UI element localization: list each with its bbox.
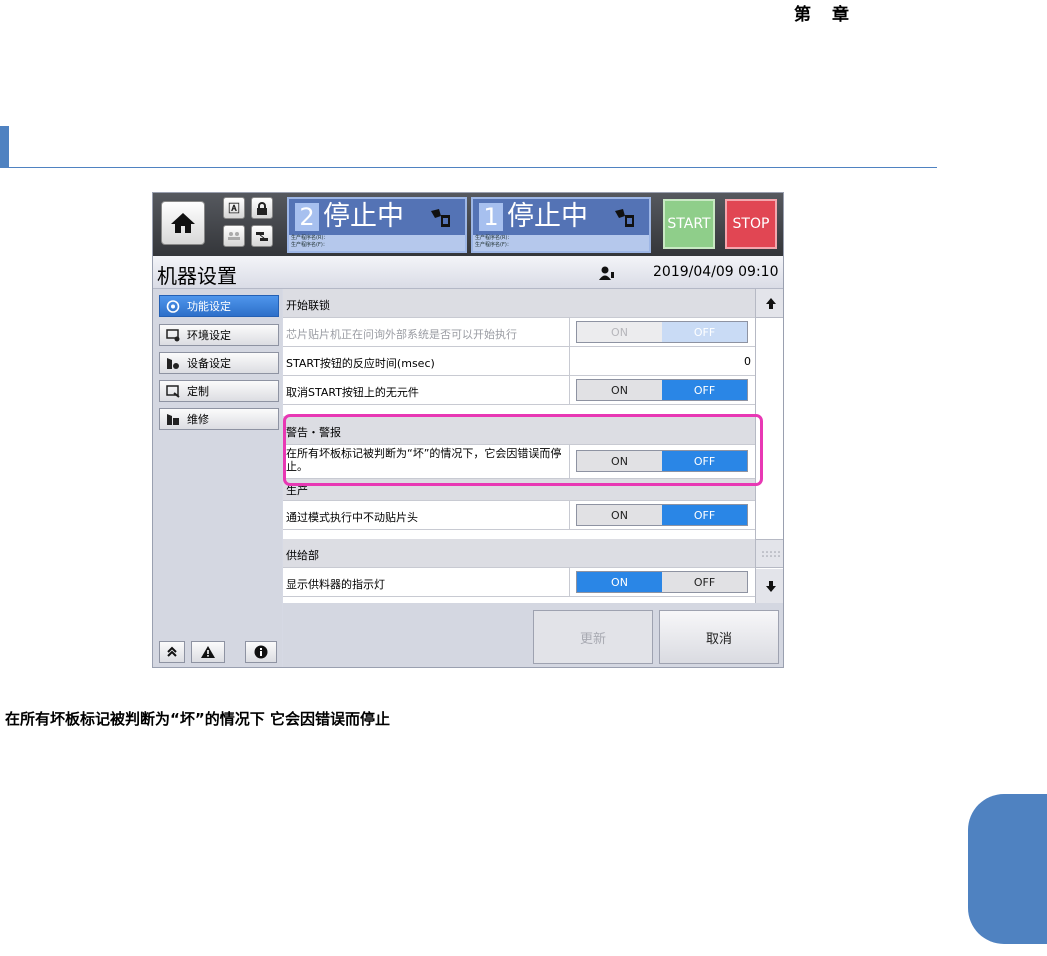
setting-label: 显示供料器的指示灯 <box>286 578 385 591</box>
home-icon <box>171 213 195 233</box>
setting-row: 芯片贴片机正在问询外部系统是否可以开始执行 ON OFF <box>283 318 755 347</box>
grip-dots-icon <box>761 550 780 557</box>
operator-button[interactable] <box>223 225 245 247</box>
menu-item-maintenance[interactable]: 维修 <box>159 408 279 430</box>
arrow-up-icon <box>765 297 776 309</box>
datetime: 2019/04/09 09:10 <box>653 264 779 280</box>
toggle-off[interactable]: OFF <box>662 505 747 525</box>
setting-row: 取消START按钮上的无元件 ON OFF <box>283 376 755 405</box>
title-bar: 机器设置 2019/04/09 09:10 <box>153 256 783 289</box>
setting-row: 通过模式执行中不动贴片头 ON OFF <box>283 501 755 530</box>
network-icon <box>256 231 268 241</box>
scroll-up-button[interactable] <box>756 289 783 318</box>
scroll-down-button[interactable] <box>756 569 783 603</box>
stop-button[interactable]: STOP <box>725 199 777 249</box>
machine-head-icon <box>431 209 450 227</box>
info-button[interactable] <box>245 641 277 663</box>
update-button[interactable]: 更新 <box>533 610 653 664</box>
section-header-feeder: 供给部 <box>283 539 755 568</box>
setting-label: 芯片贴片机正在问询外部系统是否可以开始执行 <box>286 328 517 341</box>
home-button[interactable] <box>161 201 205 245</box>
arrow-down-icon <box>765 580 776 592</box>
on-off-toggle[interactable]: ON OFF <box>576 321 748 343</box>
monitor-settings-icon <box>166 328 180 341</box>
alarm-button[interactable] <box>191 641 225 663</box>
toggle-off[interactable]: OFF <box>662 322 747 342</box>
setting-label: 通过模式执行中不动贴片头 <box>286 511 418 524</box>
on-off-toggle[interactable]: ON OFF <box>576 379 748 401</box>
language-a-icon: 🄰 <box>228 202 240 215</box>
menu-item-label: 功能设定 <box>187 300 231 313</box>
scroll-thumb[interactable] <box>756 539 783 568</box>
menu-item-device-settings[interactable]: 设备设定 <box>159 352 279 374</box>
program-names: 生产程序名(R)： 生产程序名(F)： <box>289 235 465 251</box>
page-title: 机器设置 <box>157 264 237 288</box>
menu-item-label: 定制 <box>187 385 209 398</box>
machine-head-icon <box>615 209 634 227</box>
lock-icon <box>257 201 267 215</box>
menu-item-label: 环境设定 <box>187 329 231 342</box>
menu-item-function-settings[interactable]: 功能设定 <box>159 295 279 317</box>
double-chevron-up-icon <box>167 646 177 657</box>
device-settings-icon <box>167 357 179 369</box>
on-off-toggle[interactable]: ON OFF <box>576 571 748 593</box>
gear-cycle-icon <box>166 299 180 313</box>
lock-button[interactable] <box>251 197 273 219</box>
toggle-on[interactable]: ON <box>577 380 662 400</box>
chapter-side-tab <box>968 794 1047 944</box>
custom-icon <box>166 384 180 398</box>
numeric-value-field[interactable]: 0 <box>569 347 755 375</box>
action-bar: 更新 取消 <box>283 603 783 667</box>
menu-item-environment-settings[interactable]: 环境设定 <box>159 324 279 346</box>
setting-row: 显示供料器的指示灯 ON OFF <box>283 568 755 597</box>
menu-item-custom[interactable]: 定制 <box>159 380 279 402</box>
lane-state: 停止中 <box>507 201 588 232</box>
language-button[interactable]: 🄰 <box>223 197 245 219</box>
menu-item-label: 维修 <box>187 413 209 426</box>
header-bar: 🄰 2 停止中 生产程序名(R)： 生产程序名(F)： 1 停止中 生产程序名(… <box>153 193 783 256</box>
lane-state: 停止中 <box>323 201 404 232</box>
section-marker <box>0 126 9 168</box>
toggle-on[interactable]: ON <box>577 505 662 525</box>
setting-row: START按钮的反应时间(msec) 0 <box>283 347 755 376</box>
info-icon <box>254 645 268 659</box>
lane-2-status-panel[interactable]: 2 停止中 生产程序名(R)： 生产程序名(F)： <box>287 197 467 253</box>
lane-1-status-panel[interactable]: 1 停止中 生产程序名(R)： 生产程序名(F)： <box>471 197 651 253</box>
toggle-off[interactable]: OFF <box>662 572 747 592</box>
toggle-on[interactable]: ON <box>577 322 662 342</box>
highlight-frame <box>283 414 763 486</box>
toggle-off[interactable]: OFF <box>662 380 747 400</box>
user-icon <box>599 266 614 280</box>
figure-caption: 在所有坏板标记被判断为“坏”的情况下 它会因错误而停止 <box>5 710 390 728</box>
start-button[interactable]: START <box>663 199 715 249</box>
lane-number: 2 <box>295 203 319 231</box>
toggle-on[interactable]: ON <box>577 572 662 592</box>
machine-settings-screenshot: 🄰 2 停止中 生产程序名(R)： 生产程序名(F)： 1 停止中 生产程序名(… <box>152 192 784 668</box>
setting-label: 取消START按钮上的无元件 <box>286 386 419 399</box>
menu-item-label: 设备设定 <box>187 357 231 370</box>
warning-icon <box>201 646 215 658</box>
chapter-heading: 第章 <box>794 5 850 25</box>
cancel-button[interactable]: 取消 <box>659 610 779 664</box>
collapse-button[interactable] <box>159 641 185 663</box>
section-header-start-interlock: 开始联锁 <box>283 289 755 318</box>
maintenance-icon <box>167 413 179 425</box>
on-off-toggle[interactable]: ON OFF <box>576 504 748 526</box>
network-button[interactable] <box>251 225 273 247</box>
lane-number: 1 <box>479 203 503 231</box>
settings-menu: 功能设定 环境设定 设备设定 定制 维修 <box>153 289 282 667</box>
users-icon <box>228 232 240 240</box>
program-names: 生产程序名(R)： 生产程序名(F)： <box>473 235 649 251</box>
section-rule <box>9 167 937 168</box>
setting-label: START按钮的反应时间(msec) <box>286 357 435 370</box>
